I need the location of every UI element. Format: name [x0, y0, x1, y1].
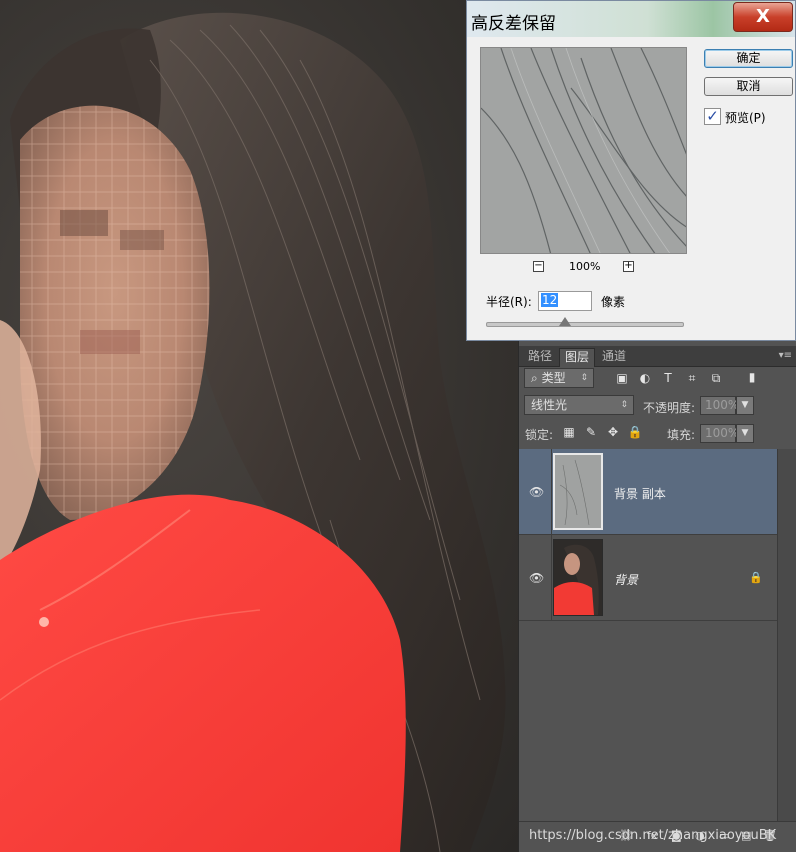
dropdown-arrow-icon: ⇕ [620, 400, 628, 410]
radius-slider-track[interactable] [486, 322, 684, 327]
lock-label: 锁定: [525, 428, 554, 442]
layer-thumbnail [553, 453, 603, 530]
layer-style-icon[interactable]: fx [647, 829, 657, 842]
cancel-button[interactable]: 取消 [704, 77, 793, 96]
close-button[interactable]: X [733, 2, 793, 32]
layer-row-background[interactable]: 👁 背景 🔒 [519, 535, 779, 621]
layer-row-background-copy[interactable]: 👁 背景 副本 [519, 449, 779, 535]
panel-tab-bar: 路径 图层 通道 ▾≡ [519, 346, 796, 367]
shape-filter-icon[interactable]: ⌗ [684, 371, 700, 386]
new-layer-icon[interactable]: ▤ [741, 829, 751, 842]
add-mask-icon[interactable]: ◙ [671, 829, 682, 842]
blend-row: 线性光 ⇕ 不透明度: 100% ▼ [519, 393, 796, 419]
ok-button[interactable]: 确定 [704, 49, 793, 68]
layer-thumbnail [553, 539, 603, 616]
preview-checkbox-label: 预览(P) [725, 111, 766, 125]
lock-image-pixels-icon[interactable]: ✎ [583, 425, 599, 439]
delete-layer-icon[interactable]: 🗑 [763, 829, 777, 842]
layer-name[interactable]: 背景 副本 [614, 485, 666, 502]
preview-checkbox[interactable]: ✓ [704, 108, 721, 125]
fill-dropdown-button[interactable]: ▼ [736, 424, 754, 443]
type-filter-icon[interactable]: T [660, 371, 676, 385]
fill-input[interactable]: 100% [700, 424, 739, 443]
panel-menu-icon[interactable]: ▾≡ [779, 350, 792, 361]
adjustment-filter-icon[interactable]: ◐ [637, 371, 653, 385]
opacity-input[interactable]: 100% [700, 396, 739, 415]
layer-filter-row: ⌕ 类型 ⇕ ▣ ◐ T ⌗ ⧉ ▮ [519, 367, 796, 393]
dropdown-arrow-icon: ⇕ [580, 373, 588, 383]
image-filter-icon[interactable]: ▣ [614, 371, 630, 385]
radius-label: 半径(R): [486, 295, 532, 309]
preview-image [481, 48, 686, 253]
layers-scrollbar[interactable] [777, 449, 796, 821]
radius-input[interactable]: 12 [538, 291, 592, 311]
layers-panel: 路径 图层 通道 ▾≡ ⌕ 类型 ⇕ ▣ ◐ T ⌗ ⧉ ▮ 线性光 ⇕ 不透明… [518, 341, 796, 852]
tab-channels[interactable]: 通道 [597, 348, 631, 366]
lock-position-icon[interactable]: ✥ [605, 425, 621, 439]
opacity-label: 不透明度: [643, 401, 696, 415]
radius-unit-label: 像素 [601, 295, 626, 309]
filter-preview[interactable] [480, 47, 687, 254]
opacity-dropdown-button[interactable]: ▼ [736, 396, 754, 415]
eye-icon[interactable]: 👁 [529, 485, 545, 499]
layer-name[interactable]: 背景 [614, 571, 638, 588]
high-pass-dialog: 高反差保留 X − 100% + 半径(R): 12 像素 确定 取消 ✓ 预览… [466, 0, 796, 341]
smart-object-filter-icon[interactable]: ⧉ [708, 371, 724, 386]
thumbnail-image [554, 540, 602, 615]
photo-illustration [0, 12, 506, 852]
zoom-in-button[interactable]: + [623, 261, 634, 272]
filter-kind-value: 类型 [541, 371, 566, 385]
filter-toggle-icon[interactable]: ▮ [744, 370, 760, 384]
dialog-title: 高反差保留 [471, 14, 556, 34]
link-layers-icon[interactable]: ⛓ [619, 829, 633, 842]
eye-icon[interactable]: 👁 [529, 571, 545, 585]
layers-list: 👁 背景 副本 👁 背景 🔒 [519, 449, 779, 821]
blend-mode-value: 线性光 [531, 398, 568, 412]
lock-row: 锁定: ▦ ✎ ✥ 🔒 填充: 100% ▼ [519, 421, 796, 447]
radius-value: 12 [541, 293, 559, 307]
new-group-icon[interactable]: ▭ [719, 829, 729, 842]
zoom-out-button[interactable]: − [533, 261, 544, 272]
blend-mode-select[interactable]: 线性光 ⇕ [524, 395, 634, 415]
visibility-column: 👁 [519, 449, 552, 534]
filter-kind-select[interactable]: ⌕ 类型 ⇕ [524, 368, 594, 388]
lock-all-icon[interactable]: 🔒 [627, 425, 643, 439]
zoom-level: 100% [569, 260, 601, 273]
lock-transparent-pixels-icon[interactable]: ▦ [561, 425, 577, 439]
tab-layers[interactable]: 图层 [559, 348, 596, 367]
search-icon: ⌕ [531, 371, 538, 385]
tab-paths[interactable]: 路径 [523, 348, 557, 366]
check-icon: ✓ [706, 107, 719, 125]
radius-slider-thumb[interactable] [559, 317, 571, 326]
image-canvas[interactable] [0, 0, 518, 852]
panel-bottom-bar: https://blog.csdn.net/zhangxiaoyouBK ⛓ f… [519, 821, 796, 852]
thumbnail-image [555, 455, 601, 528]
fill-label: 填充: [667, 428, 696, 442]
adjustment-layer-icon[interactable]: ◑ [695, 829, 705, 842]
visibility-column: 👁 [519, 535, 552, 620]
lock-icon: 🔒 [749, 571, 763, 584]
dialog-title-bar[interactable]: 高反差保留 X [467, 1, 795, 37]
